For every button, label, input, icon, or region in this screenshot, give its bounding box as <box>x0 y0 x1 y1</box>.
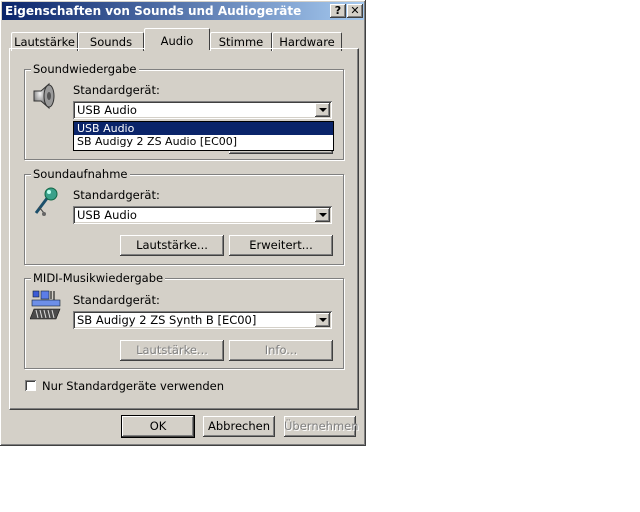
recording-advanced-button[interactable]: Erweitert... <box>229 235 333 256</box>
dropdown-option[interactable]: SB Audigy 2 ZS Audio [EC00] <box>74 135 333 148</box>
playback-device-combo[interactable]: USB Audio <box>73 101 332 119</box>
chevron-down-icon <box>319 213 327 217</box>
properties-dialog: Eigenschaften von Sounds und Audiogeräte… <box>0 0 366 446</box>
midi-dropdown-button[interactable] <box>315 313 330 327</box>
recording-device-combo[interactable]: USB Audio <box>73 206 332 224</box>
only-default-devices-checkbox[interactable] <box>25 380 36 391</box>
midi-keyboard-icon <box>30 290 61 320</box>
recording-device-label: Standardgerät: <box>73 188 160 202</box>
playback-dropdown-button[interactable] <box>315 103 330 117</box>
apply-button[interactable]: Übernehmen <box>284 416 359 437</box>
recording-dropdown-button[interactable] <box>315 208 330 222</box>
midi-group-label: MIDI-Musikwiedergabe <box>31 271 166 285</box>
playback-device-label: Standardgerät: <box>73 83 160 97</box>
midi-info-button[interactable]: Info... <box>229 340 333 361</box>
help-button[interactable]: ? <box>330 4 346 18</box>
midi-volume-button[interactable]: Lautstärke... <box>120 340 224 361</box>
midi-device-combo[interactable]: SB Audigy 2 ZS Synth B [EC00] <box>73 311 332 329</box>
close-button[interactable]: ✕ <box>347 4 363 18</box>
microphone-icon <box>34 187 58 216</box>
playback-device-dropdown-list[interactable]: USB Audio SB Audigy 2 ZS Audio [EC00] <box>73 121 334 151</box>
playback-group-label: Soundwiedergabe <box>31 62 139 76</box>
tab-audio[interactable]: Audio <box>144 28 210 50</box>
chevron-down-icon <box>319 108 327 112</box>
recording-selected-value: USB Audio <box>77 208 137 222</box>
playback-selected-value: USB Audio <box>77 103 137 117</box>
cancel-button[interactable]: Abbrechen <box>203 416 275 437</box>
only-default-devices-label: Nur Standardgeräte verwenden <box>42 379 225 393</box>
recording-group-label: Soundaufnahme <box>31 167 130 181</box>
speaker-icon <box>33 82 55 110</box>
recording-volume-button[interactable]: Lautstärke... <box>120 235 224 256</box>
midi-device-label: Standardgerät: <box>73 293 160 307</box>
chevron-down-icon <box>319 318 327 322</box>
window-title: Eigenschaften von Sounds und Audiogeräte <box>5 4 302 18</box>
ok-button[interactable]: OK <box>121 415 195 438</box>
dropdown-option[interactable]: USB Audio <box>74 122 333 135</box>
title-bar[interactable]: Eigenschaften von Sounds und Audiogeräte… <box>2 2 364 20</box>
midi-selected-value: SB Audigy 2 ZS Synth B [EC00] <box>77 313 257 327</box>
